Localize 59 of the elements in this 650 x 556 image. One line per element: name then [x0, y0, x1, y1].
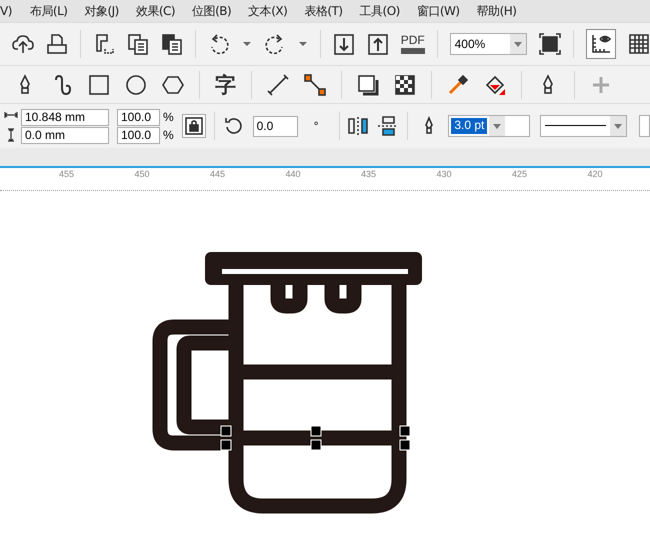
- ruler-label: 420: [588, 169, 603, 179]
- menu-item[interactable]: 帮助(H): [476, 2, 516, 20]
- grid-icon[interactable]: [628, 33, 650, 55]
- copy-icon[interactable]: [126, 33, 149, 55]
- paste-icon[interactable]: [160, 33, 183, 55]
- ruler-label: 445: [210, 169, 226, 179]
- ruler-label: 455: [59, 169, 74, 179]
- menu-item[interactable]: 窗口(W): [416, 2, 460, 20]
- hexagon-icon[interactable]: [162, 74, 184, 96]
- percent-label: %: [163, 128, 174, 142]
- scale-field[interactable]: 100.0: [117, 126, 160, 144]
- ruler-label: 440: [286, 169, 301, 179]
- ruler-label: 435: [361, 169, 376, 179]
- ruler-label: 425: [512, 169, 528, 179]
- redo-icon[interactable]: [264, 33, 286, 55]
- paint-bucket-icon[interactable]: [484, 74, 506, 96]
- caret-icon: [493, 124, 502, 128]
- width-field[interactable]: 10.848 mm: [21, 108, 109, 126]
- rotation-field[interactable]: 0.0: [252, 116, 298, 136]
- ruler-label: 450: [134, 169, 150, 179]
- fullscreen-icon[interactable]: [539, 33, 562, 55]
- ruler-label: 430: [436, 169, 452, 179]
- mirror-horizontal-icon[interactable]: [347, 115, 370, 137]
- caret-icon: [514, 42, 522, 46]
- menu-item[interactable]: 布局(L): [30, 2, 68, 20]
- printer-icon[interactable]: [46, 33, 68, 55]
- degree-label: °: [314, 119, 319, 133]
- circle-icon[interactable]: [125, 74, 147, 96]
- selection-handle[interactable]: [400, 426, 410, 450]
- menu-item[interactable]: V): [0, 4, 12, 18]
- menu-item[interactable]: 效果(C): [136, 2, 176, 20]
- rulers-toggle-button[interactable]: [586, 29, 616, 59]
- drop-shadow-icon[interactable]: [357, 74, 379, 96]
- pdf-label[interactable]: PDF: [400, 34, 425, 54]
- menu-item[interactable]: 文本(X): [248, 2, 288, 20]
- line-style-dropdown[interactable]: [540, 115, 628, 137]
- lock-icon[interactable]: [182, 114, 206, 138]
- export-icon[interactable]: [366, 33, 389, 55]
- line-icon[interactable]: [267, 74, 289, 96]
- connector-icon[interactable]: [304, 74, 326, 96]
- eyedropper-icon[interactable]: [447, 74, 469, 96]
- ruler-icon: [590, 33, 612, 55]
- checkerboard-icon[interactable]: [394, 74, 416, 96]
- height-field[interactable]: 0.0 mm: [21, 126, 109, 144]
- scale-field[interactable]: 100.0: [117, 108, 160, 126]
- menu-item[interactable]: 对象(J): [84, 2, 119, 20]
- zoom-dropdown[interactable]: 400%: [450, 33, 528, 55]
- selection-handle[interactable]: [310, 426, 322, 450]
- rectangle-icon[interactable]: [88, 74, 110, 96]
- outline-width-dropdown[interactable]: 3.0 pt: [448, 115, 530, 137]
- menu-item[interactable]: 工具(O): [360, 2, 400, 20]
- percent-label: %: [163, 110, 174, 124]
- text-tool-glyph[interactable]: 字: [215, 70, 236, 98]
- menu-item[interactable]: 位图(B): [192, 2, 232, 20]
- cloud-upload-icon[interactable]: [12, 33, 34, 55]
- caret-icon: [614, 124, 622, 128]
- selection-handle[interactable]: [220, 426, 232, 450]
- import-icon[interactable]: [332, 33, 355, 55]
- menu-item[interactable]: 表格(T): [304, 2, 343, 20]
